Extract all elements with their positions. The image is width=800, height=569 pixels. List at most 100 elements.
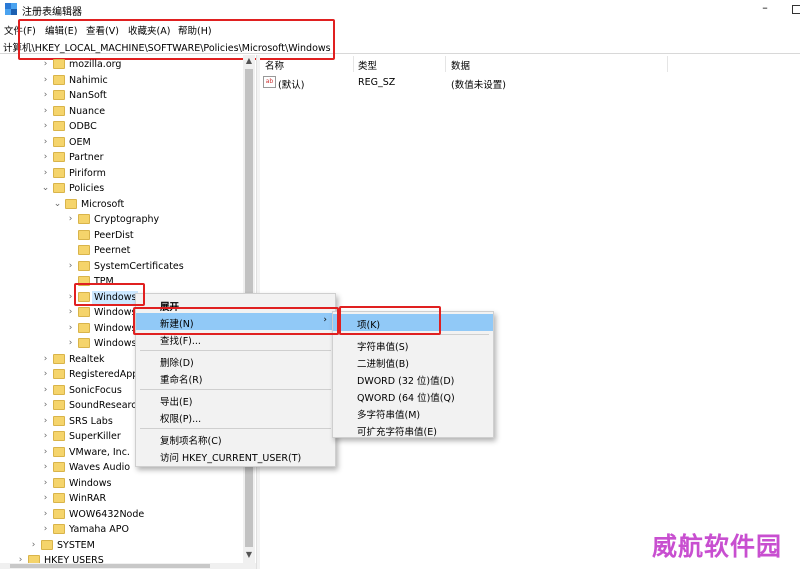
maximize-button[interactable] bbox=[788, 1, 800, 17]
tree-node[interactable]: › Piriform bbox=[0, 166, 243, 181]
tree-node[interactable]: › Partner bbox=[0, 150, 243, 165]
chevron-right-icon[interactable]: › bbox=[41, 150, 50, 165]
tree-node[interactable]: › OEM bbox=[0, 135, 243, 150]
chevron-right-icon[interactable]: › bbox=[41, 166, 50, 181]
sub-string-value[interactable]: 字符串值(S) bbox=[333, 336, 493, 353]
chevron-right-icon[interactable]: › bbox=[66, 212, 75, 227]
address-bar[interactable]: 计算机\HKEY_LOCAL_MACHINE\SOFTWARE\Policies… bbox=[0, 37, 800, 54]
tree-node[interactable]: Peernet bbox=[0, 243, 243, 258]
chevron-right-icon[interactable]: › bbox=[41, 73, 50, 88]
sub-dword-value[interactable]: DWORD (32 位)值(D) bbox=[333, 370, 493, 387]
scroll-up-icon[interactable]: ▲ bbox=[243, 55, 255, 67]
chevron-right-icon[interactable]: › bbox=[41, 522, 50, 537]
sub-binary-value[interactable]: 二进制值(B) bbox=[333, 353, 493, 370]
chevron-right-icon[interactable]: › bbox=[41, 414, 50, 429]
chevron-down-icon[interactable]: ⌄ bbox=[53, 197, 62, 212]
window-title: 注册表编辑器 bbox=[22, 7, 82, 18]
ctx-new[interactable]: 新建(N) › bbox=[136, 313, 335, 330]
chevron-right-icon[interactable]: › bbox=[66, 290, 75, 305]
chevron-right-icon[interactable]: › bbox=[41, 367, 50, 382]
tree-node[interactable]: TPM bbox=[0, 274, 243, 289]
chevron-right-icon[interactable]: › bbox=[29, 538, 38, 553]
column-divider[interactable] bbox=[353, 56, 354, 72]
tree-node[interactable]: › Nuance bbox=[0, 104, 243, 119]
tree-node[interactable]: PeerDist bbox=[0, 228, 243, 243]
tree-node[interactable]: › SYSTEM bbox=[0, 538, 243, 553]
tree-node-label: WinRAR bbox=[69, 493, 107, 504]
chevron-right-icon[interactable]: › bbox=[66, 336, 75, 351]
tree-node[interactable]: › mozilla.org bbox=[0, 57, 243, 72]
menu-help[interactable]: 帮助(H) bbox=[178, 23, 212, 37]
tree-node[interactable]: › NanSoft bbox=[0, 88, 243, 103]
regedit-app-icon bbox=[5, 3, 17, 15]
chevron-right-icon[interactable]: › bbox=[41, 460, 50, 475]
chevron-right-icon[interactable]: › bbox=[41, 476, 50, 491]
chevron-down-icon[interactable]: ⌄ bbox=[41, 181, 50, 196]
chevron-right-icon[interactable]: › bbox=[41, 507, 50, 522]
sub-multi-string-value[interactable]: 多字符串值(M) bbox=[333, 404, 493, 421]
sub-key[interactable]: 项(K) bbox=[333, 314, 493, 331]
menu-favorites[interactable]: 收藏夹(A) bbox=[128, 23, 170, 37]
tree-node[interactable]: ⌄ Policies bbox=[0, 181, 243, 196]
tree-node[interactable]: › Cryptography bbox=[0, 212, 243, 227]
sub-expandable-string-value[interactable]: 可扩充字符串值(E) bbox=[333, 421, 493, 438]
ctx-permissions[interactable]: 权限(P)... bbox=[136, 408, 335, 425]
menu-view[interactable]: 查看(V) bbox=[86, 23, 119, 37]
ctx-goto-hkcu[interactable]: 访问 HKEY_CURRENT_USER(T) bbox=[136, 447, 335, 464]
folder-icon bbox=[53, 462, 65, 472]
chevron-right-icon[interactable]: › bbox=[66, 321, 75, 336]
chevron-right-icon[interactable]: › bbox=[41, 57, 50, 72]
chevron-right-icon[interactable]: › bbox=[41, 429, 50, 444]
hscroll-thumb[interactable] bbox=[10, 564, 210, 568]
menu-file[interactable]: 文件(F) bbox=[4, 23, 36, 37]
column-header-data[interactable]: 数据 bbox=[451, 58, 470, 72]
folder-icon bbox=[78, 276, 90, 286]
chevron-right-icon[interactable]: › bbox=[41, 491, 50, 506]
ctx-copy-key-name[interactable]: 复制项名称(C) bbox=[136, 430, 335, 447]
tree-node-label: Partner bbox=[69, 152, 104, 163]
column-divider[interactable] bbox=[445, 56, 446, 72]
column-header-name[interactable]: 名称 bbox=[265, 58, 284, 72]
ctx-rename[interactable]: 重命名(R) bbox=[136, 369, 335, 386]
chevron-right-icon[interactable]: › bbox=[41, 104, 50, 119]
tree-node-label: WOW6432Node bbox=[69, 508, 145, 520]
minimize-button[interactable]: – bbox=[755, 1, 775, 17]
folder-icon bbox=[78, 307, 90, 317]
tree-node-label: Yamaha APO bbox=[69, 524, 129, 535]
chevron-right-icon[interactable]: › bbox=[41, 135, 50, 150]
column-divider[interactable] bbox=[667, 56, 668, 72]
chevron-right-icon[interactable]: › bbox=[66, 259, 75, 274]
ctx-find[interactable]: 查找(F)... bbox=[136, 330, 335, 347]
ctx-export[interactable]: 导出(E) bbox=[136, 391, 335, 408]
chevron-right-icon[interactable]: › bbox=[41, 383, 50, 398]
tree-horizontal-scrollbar[interactable] bbox=[0, 563, 256, 569]
tree-node[interactable]: › Windows bbox=[0, 476, 243, 491]
tree-node[interactable]: › SystemCertificates bbox=[0, 259, 243, 274]
folder-icon bbox=[53, 74, 65, 85]
tree-node[interactable]: ⌄ Microsoft bbox=[0, 197, 243, 212]
tree-node-label: SystemCertificates bbox=[94, 260, 184, 272]
sub-qword-value[interactable]: QWORD (64 位)值(Q) bbox=[333, 387, 493, 404]
ctx-expand[interactable]: 展开 bbox=[136, 296, 335, 313]
ctx-delete[interactable]: 删除(D) bbox=[136, 352, 335, 369]
folder-icon bbox=[53, 415, 65, 426]
chevron-right-icon[interactable]: › bbox=[41, 88, 50, 103]
tree-node[interactable]: › ODBC bbox=[0, 119, 243, 134]
tree-node[interactable]: › Nahimic bbox=[0, 73, 243, 88]
column-header-type[interactable]: 类型 bbox=[358, 58, 377, 72]
tree-node-label: TPM bbox=[94, 276, 114, 287]
chevron-right-icon[interactable]: › bbox=[66, 305, 75, 320]
tree-node-label: Windows bbox=[94, 322, 137, 334]
menu-edit[interactable]: 编辑(E) bbox=[45, 23, 77, 37]
scroll-down-icon[interactable]: ▼ bbox=[243, 549, 255, 561]
tree-node-label: Waves Audio bbox=[69, 462, 131, 473]
chevron-right-icon[interactable]: › bbox=[41, 119, 50, 134]
tree-node[interactable]: › Yamaha APO bbox=[0, 522, 243, 537]
chevron-right-icon[interactable]: › bbox=[41, 352, 50, 367]
tree-node[interactable]: › WinRAR bbox=[0, 491, 243, 506]
value-row[interactable]: ab (默认) REG_SZ (数值未设置) bbox=[261, 75, 800, 91]
address-path[interactable]: 计算机\HKEY_LOCAL_MACHINE\SOFTWARE\Policies… bbox=[3, 40, 331, 54]
tree-node[interactable]: › WOW6432Node bbox=[0, 507, 243, 522]
chevron-right-icon[interactable]: › bbox=[41, 445, 50, 460]
chevron-right-icon[interactable]: › bbox=[41, 398, 50, 413]
